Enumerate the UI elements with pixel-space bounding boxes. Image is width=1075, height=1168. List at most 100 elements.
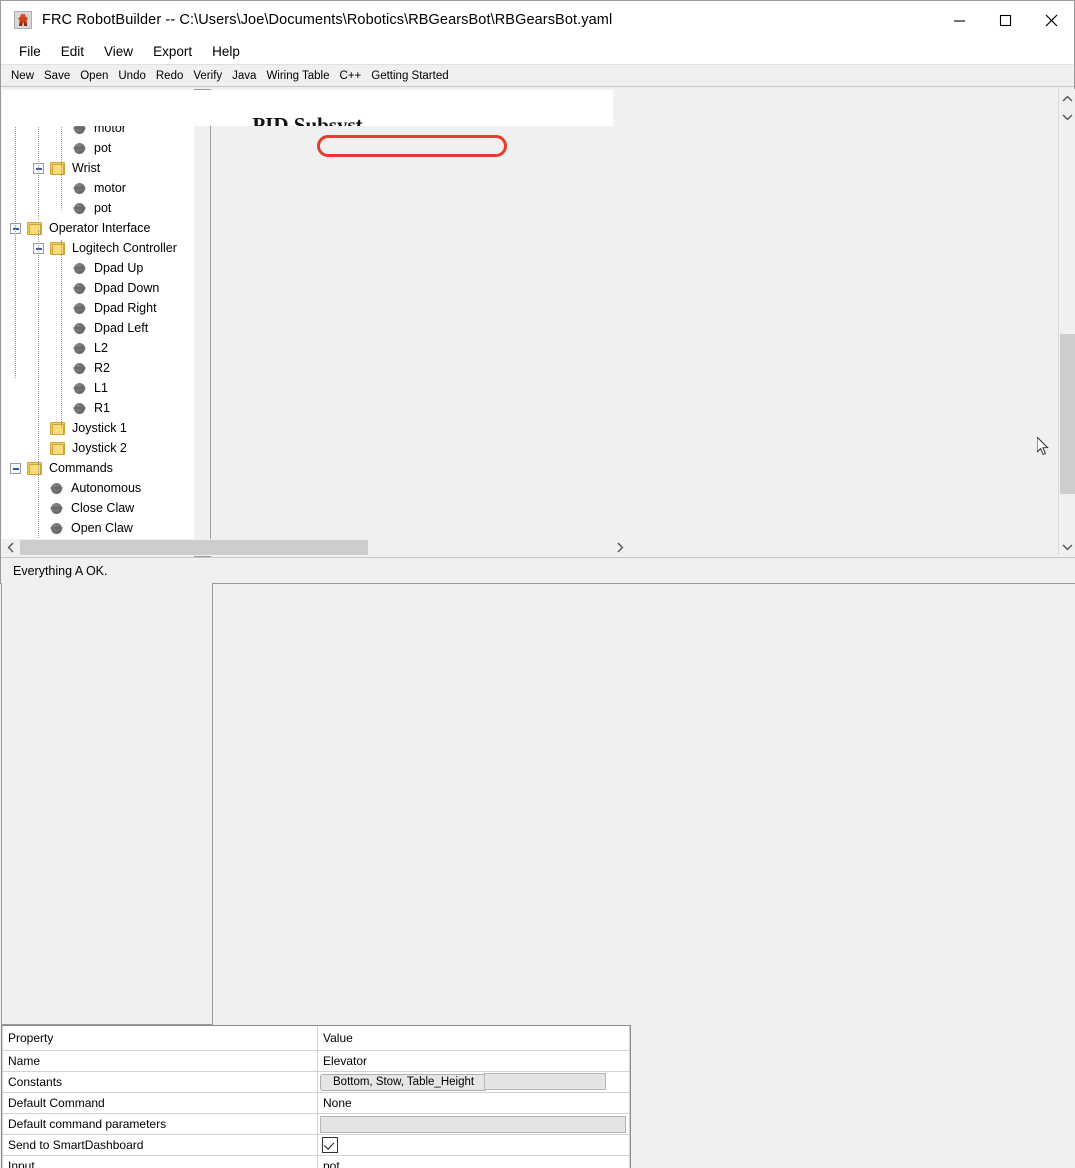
- tree-item-pot[interactable]: pot: [56, 138, 113, 158]
- tree-item-pot[interactable]: pot: [56, 198, 113, 218]
- table-header-row: Property Value: [3, 1026, 630, 1051]
- toolbar-redo[interactable]: Redo: [151, 70, 189, 82]
- tree-item-label: Dpad Up: [92, 261, 145, 275]
- tree-item-l2[interactable]: L2: [56, 338, 110, 358]
- tree-item-r1[interactable]: R1: [56, 398, 112, 418]
- navigator-tree-panel: limit switchElevatormotorpotWristmotorpo…: [1, 557, 213, 1025]
- table-row[interactable]: NameElevator: [3, 1051, 630, 1072]
- toolbar-java[interactable]: Java: [227, 70, 261, 82]
- property-value-cell[interactable]: [318, 1114, 630, 1135]
- tree-item-r2[interactable]: R2: [56, 358, 112, 378]
- default-command-parameters-field[interactable]: [320, 1116, 626, 1133]
- table-row[interactable]: Default command parameters: [3, 1114, 630, 1135]
- property-value-cell[interactable]: Bottom, Stow, Table_Height: [318, 1072, 630, 1093]
- toolbar: New Save Open Undo Redo Verify Java Wiri…: [1, 64, 1074, 87]
- workspace: Subsystems PID: [1, 89, 1075, 557]
- tree-item-label: Logitech Controller: [70, 241, 179, 255]
- scroll-left-icon[interactable]: [2, 539, 19, 556]
- property-value-cell[interactable]: Elevator: [318, 1051, 630, 1072]
- menu-view[interactable]: View: [94, 42, 143, 61]
- tree-item-l1[interactable]: L1: [56, 378, 110, 398]
- tree-item-label: Joystick 2: [70, 441, 129, 455]
- tree-item-joystick-2[interactable]: Joystick 2: [33, 438, 129, 458]
- tree-item-dpad-right[interactable]: Dpad Right: [56, 298, 159, 318]
- toolbar-verify[interactable]: Verify: [188, 70, 227, 82]
- preview-horizontal-scrollbar[interactable]: [2, 539, 628, 556]
- folder-icon: [50, 442, 65, 455]
- menu-edit[interactable]: Edit: [51, 42, 94, 61]
- toolbar-save[interactable]: Save: [39, 70, 75, 82]
- tree-item-label: L2: [92, 341, 110, 355]
- menu-file[interactable]: File: [9, 42, 51, 61]
- property-value-cell[interactable]: [318, 1135, 630, 1156]
- tree-item-wrist[interactable]: Wrist: [33, 158, 102, 178]
- tree-scroll-thumb[interactable]: [1060, 334, 1075, 494]
- preview-viewport: PID Subsyst: [2, 90, 613, 126]
- tree-item-label: Open Claw: [69, 521, 135, 535]
- minimize-button[interactable]: [936, 1, 982, 39]
- property-name-cell: Input: [3, 1156, 318, 1168]
- property-value-cell[interactable]: None: [318, 1093, 630, 1114]
- tree-item-label: L1: [92, 381, 110, 395]
- title-bar: FRC RobotBuilder -- C:\Users\Joe\Documen…: [1, 1, 1074, 39]
- preview-vertical-scrollbar[interactable]: [1058, 90, 1075, 126]
- tree-item-label: Commands: [47, 461, 115, 475]
- component-icon: [73, 262, 86, 275]
- scroll-up-icon[interactable]: [1059, 90, 1075, 107]
- toolbar-cpp[interactable]: C++: [335, 70, 367, 82]
- tree-item-joystick-1[interactable]: Joystick 1: [33, 418, 129, 438]
- toolbar-new[interactable]: New: [6, 70, 39, 82]
- status-bar: Everything A OK.: [1, 557, 1075, 583]
- property-name-cell: Name: [3, 1051, 318, 1072]
- tree-item-autonomous[interactable]: Autonomous: [33, 478, 143, 498]
- status-message: Everything A OK.: [13, 564, 108, 578]
- toolbar-undo[interactable]: Undo: [113, 70, 151, 82]
- tree-item-label: Wrist: [70, 161, 102, 175]
- column-header-value: Value: [318, 1026, 630, 1051]
- property-table-panel: Property Value NameElevatorConstantsBott…: [1, 1025, 631, 1168]
- table-row[interactable]: Inputpot: [3, 1156, 630, 1168]
- toolbar-open[interactable]: Open: [75, 70, 113, 82]
- menu-help[interactable]: Help: [202, 42, 250, 61]
- tree-item-motor[interactable]: motor: [56, 178, 128, 198]
- tree-item-label: Operator Interface: [47, 221, 152, 235]
- property-value-cell[interactable]: pot: [318, 1156, 630, 1168]
- scroll-right-icon[interactable]: [611, 539, 628, 556]
- tree-item-label: pot: [92, 201, 113, 215]
- tree-item-dpad-down[interactable]: Dpad Down: [56, 278, 161, 298]
- tree-item-dpad-left[interactable]: Dpad Left: [56, 318, 150, 338]
- tree-guide-line: [38, 385, 40, 554]
- constants-button[interactable]: Bottom, Stow, Table_Height: [320, 1074, 487, 1091]
- table-row[interactable]: Send to SmartDashboard: [3, 1135, 630, 1156]
- collapse-toggle-icon[interactable]: [10, 463, 21, 474]
- toolbar-wiring-table[interactable]: Wiring Table: [261, 70, 334, 82]
- maximize-button[interactable]: [982, 1, 1028, 39]
- tree-viewport[interactable]: limit switchElevatormotorpotWristmotorpo…: [2, 90, 194, 554]
- tree-scrollbar[interactable]: [1058, 89, 1075, 555]
- tree-item-commands[interactable]: Commands: [10, 458, 115, 478]
- preview-scroll-thumb[interactable]: [20, 540, 368, 555]
- toolbar-getting-started[interactable]: Getting Started: [366, 70, 453, 82]
- checkbox-send-to-smartdashboard[interactable]: [322, 1137, 338, 1153]
- table-row[interactable]: ConstantsBottom, Stow, Table_Height: [3, 1072, 630, 1093]
- tree-item-operator-interface[interactable]: Operator Interface: [10, 218, 152, 238]
- close-button[interactable]: [1028, 1, 1074, 39]
- tree-item-dpad-up[interactable]: Dpad Up: [56, 258, 145, 278]
- menu-export[interactable]: Export: [143, 42, 202, 61]
- preview-title: PID Subsyst: [2, 113, 613, 126]
- column-header-property: Property: [3, 1026, 318, 1051]
- tree-item-open-claw[interactable]: Open Claw: [33, 518, 135, 538]
- application-window: FRC RobotBuilder -- C:\Users\Joe\Documen…: [0, 0, 1075, 584]
- tree-item-label: R1: [92, 401, 112, 415]
- component-icon: [73, 342, 86, 355]
- table-row[interactable]: Default CommandNone: [3, 1093, 630, 1114]
- scroll-down-icon[interactable]: [1059, 538, 1075, 555]
- window-controls: [936, 1, 1074, 39]
- tree-item-close-claw[interactable]: Close Claw: [33, 498, 136, 518]
- component-icon: [73, 362, 86, 375]
- component-icon: [73, 182, 86, 195]
- constants-value-field[interactable]: [484, 1073, 606, 1090]
- scroll-down-icon[interactable]: [1059, 108, 1075, 125]
- component-icon: [73, 402, 86, 415]
- tree-item-logitech-controller[interactable]: Logitech Controller: [33, 238, 179, 258]
